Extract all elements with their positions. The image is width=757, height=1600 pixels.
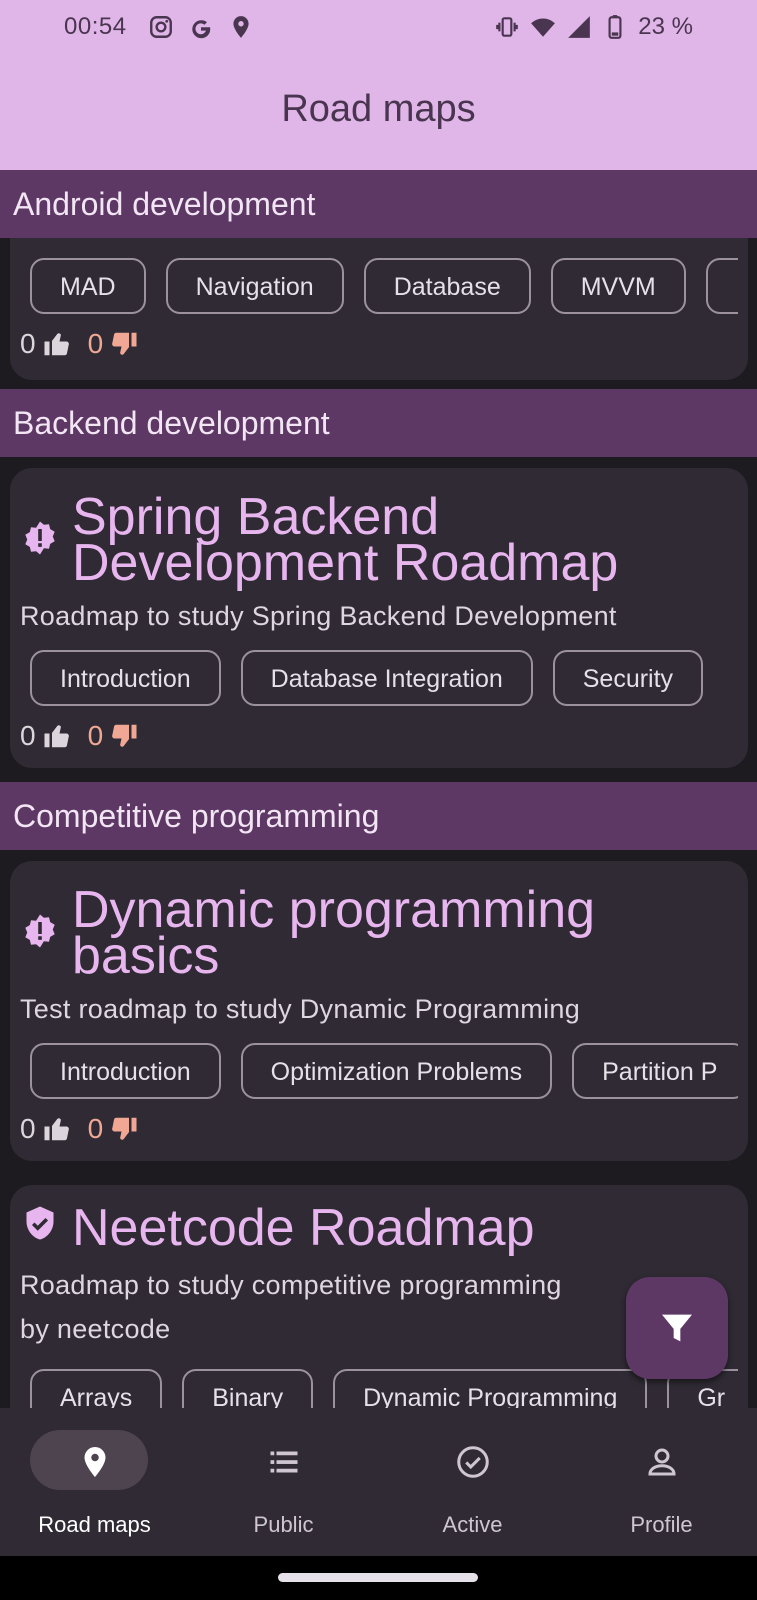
nav-label: Public <box>253 1512 314 1537</box>
nav-public[interactable]: Public <box>189 1408 378 1556</box>
thumbs-down-icon[interactable] <box>109 329 139 359</box>
thumbs-up-icon[interactable] <box>42 329 72 359</box>
nav-profile[interactable]: Profile <box>567 1408 756 1556</box>
roadmap-description: Test roadmap to study Dynamic Programmin… <box>20 994 581 1024</box>
vote-row: 0 0 <box>20 720 139 752</box>
status-bar: 00:54 23 % <box>0 0 757 56</box>
topic-chips: Introduction Optimization Problems Partiti… <box>30 1043 738 1103</box>
roadmap-description: Roadmap to study competitive programming… <box>20 1270 562 1344</box>
roadmap-card[interactable]: MAD Navigation Database MVVM ​ 0 0 <box>10 238 748 380</box>
like-count: 0 <box>20 328 36 359</box>
roadmap-title: Dynamic programming basics <box>72 881 596 985</box>
thumbs-down-icon[interactable] <box>109 721 139 751</box>
dislike-count: 0 <box>87 1113 104 1144</box>
dislike-count: 0 <box>87 720 104 751</box>
nav-active[interactable]: Active <box>378 1408 567 1556</box>
topic-chips: MAD Navigation Database MVVM ​ <box>30 258 738 318</box>
battery-percent: 23 % <box>638 13 693 40</box>
nav-road-maps[interactable]: Road maps <box>0 1408 189 1556</box>
topic-chip[interactable]: Partition P <box>572 1043 738 1099</box>
nav-label: Profile <box>630 1512 693 1537</box>
instagram-icon <box>150 16 172 38</box>
location-icon <box>233 16 249 38</box>
topic-chip[interactable]: Introduction <box>30 1043 221 1099</box>
topic-chip[interactable]: Navigation <box>165 258 344 314</box>
topic-chip[interactable]: Introduction <box>30 650 221 706</box>
topic-chip[interactable]: Security <box>552 650 704 706</box>
like-count: 0 <box>20 720 36 751</box>
roadmap-card[interactable]: Dynamic programming basics Test roadmap … <box>10 861 748 1161</box>
battery-icon <box>608 15 622 39</box>
topic-chips: Introduction Database Integration Security <box>30 650 738 710</box>
roadmap-title: Neetcode Roadmap <box>72 1199 535 1257</box>
thumbs-up-icon[interactable] <box>42 721 72 751</box>
signal-icon <box>568 16 591 38</box>
thumbs-down-icon[interactable] <box>109 1114 139 1144</box>
nav-label: Road maps <box>38 1512 151 1537</box>
filter-icon <box>662 1314 692 1342</box>
topic-chip[interactable]: Database <box>363 258 531 314</box>
topic-chips: Arrays Binary Dynamic Programming Gr <box>30 1369 738 1408</box>
unverified-badge-icon <box>25 521 55 555</box>
page-title: Road maps <box>281 88 476 130</box>
section-header-android: Android development <box>0 170 757 238</box>
section-header-backend: Backend development <box>0 389 757 457</box>
roadmap-card[interactable]: Spring Backend Development Roadmap Roadm… <box>10 468 748 768</box>
thumbs-up-icon[interactable] <box>42 1114 72 1144</box>
top-app-bar: 00:54 23 % Road maps <box>0 0 757 170</box>
vote-row: 0 0 <box>20 328 139 360</box>
check-circle-icon <box>456 1446 489 1478</box>
filter-button[interactable] <box>626 1277 728 1379</box>
map-pin-icon <box>84 1447 105 1477</box>
roadmap-list[interactable]: Android development MAD Navigation Databas… <box>0 170 757 1408</box>
vibrate-icon <box>496 17 519 37</box>
roadmap-title: Spring Backend Development Roadmap <box>72 488 619 592</box>
topic-chip[interactable]: MAD <box>30 258 146 314</box>
status-time: 00:54 <box>64 13 127 40</box>
like-count: 0 <box>20 1113 36 1144</box>
bottom-navigation: Road maps Public Active Profile <box>0 1408 757 1556</box>
person-icon <box>647 1448 676 1476</box>
section-header-competitive: Competitive programming <box>0 782 757 850</box>
google-icon <box>192 20 211 39</box>
unverified-badge-icon <box>25 914 55 948</box>
roadmap-description: Roadmap to study Spring Backend Developm… <box>20 601 617 631</box>
nav-label: Active <box>442 1512 503 1537</box>
gesture-navigation-bar <box>0 1556 757 1600</box>
dislike-count: 0 <box>87 328 104 359</box>
topic-chip[interactable]: Database Integration <box>240 650 533 706</box>
vote-row: 0 0 <box>20 1113 139 1145</box>
topic-chip[interactable]: MVVM <box>550 258 686 314</box>
topic-chip[interactable]: Binary <box>182 1369 314 1408</box>
wifi-icon <box>531 18 556 37</box>
topic-chip-partial[interactable]: ​ <box>705 258 738 314</box>
topic-chip[interactable]: Optimization Problems <box>240 1043 553 1099</box>
verified-shield-icon <box>26 1206 54 1240</box>
topic-chip[interactable]: Arrays <box>30 1369 163 1408</box>
home-gesture-handle[interactable] <box>278 1573 478 1582</box>
list-icon <box>270 1451 297 1473</box>
topic-chip[interactable]: Dynamic Programming <box>333 1369 648 1408</box>
